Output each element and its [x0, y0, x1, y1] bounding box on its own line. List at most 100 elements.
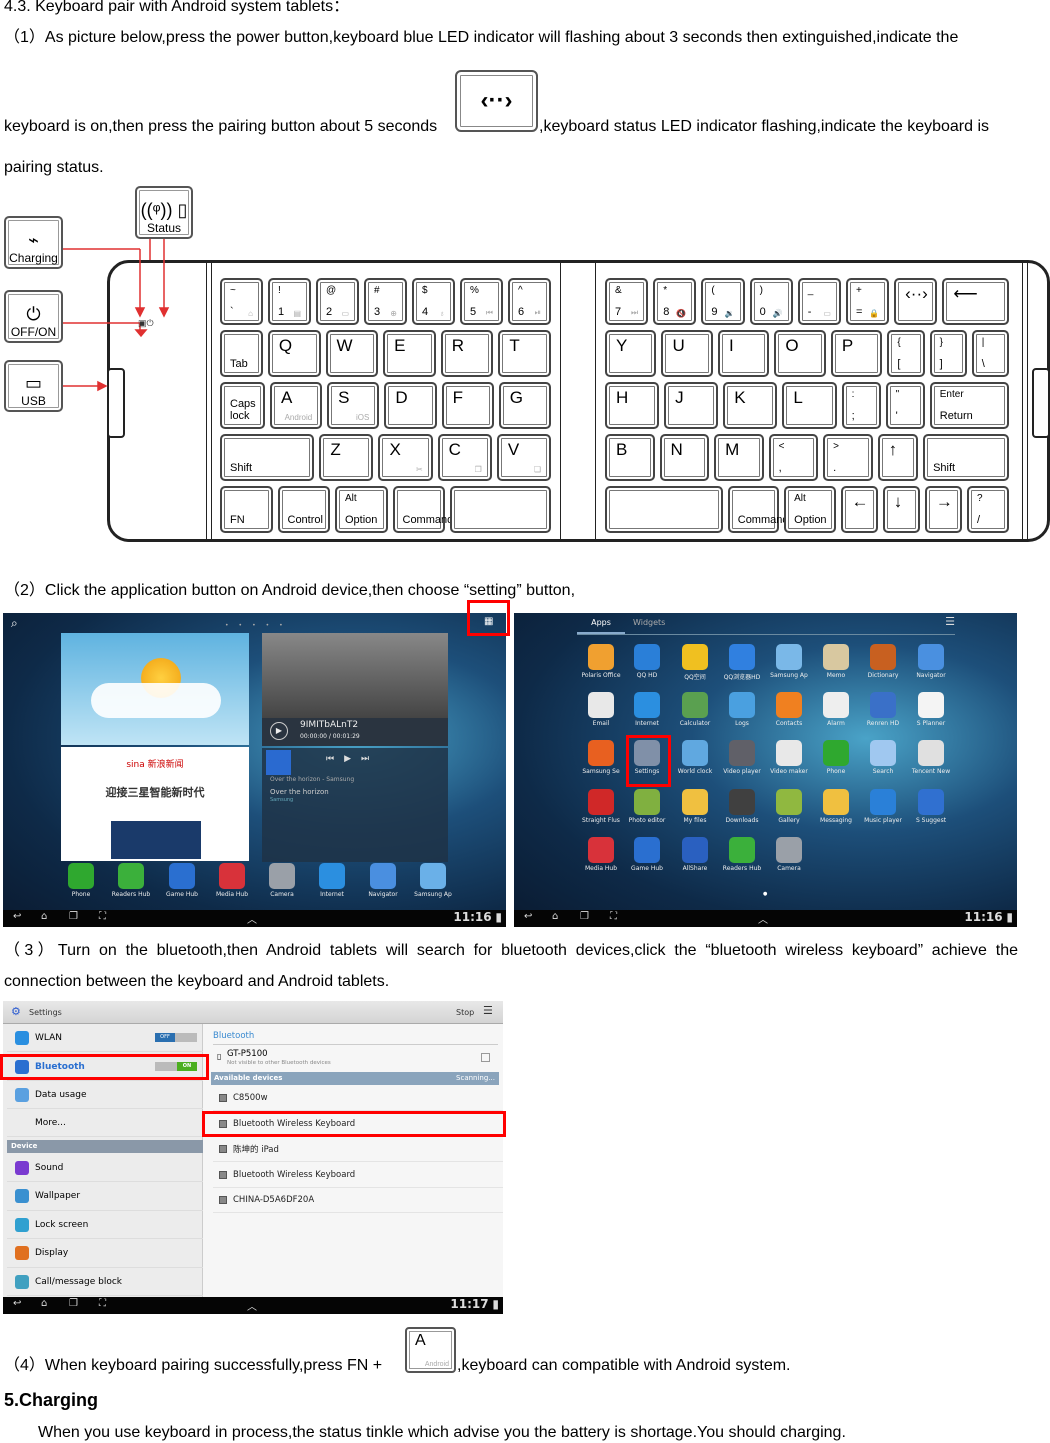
settings-item[interactable]: Call/message block	[7, 1268, 203, 1296]
key[interactable]: L	[782, 382, 837, 429]
back-icon[interactable]: ↩	[13, 911, 21, 922]
dock-app[interactable]: Internet	[308, 863, 356, 898]
key[interactable]: Z	[319, 434, 374, 481]
app-launcher-item[interactable]: Readers Hub	[718, 837, 766, 872]
key[interactable]: F	[441, 382, 494, 429]
app-launcher-item[interactable]: Renren HD	[859, 692, 907, 727]
dock-app[interactable]: Samsung Ap	[409, 863, 457, 898]
key[interactable]: }]	[929, 330, 967, 377]
app-launcher-item[interactable]: QQ浏览器HD	[718, 644, 766, 681]
key[interactable]: G	[498, 382, 551, 429]
key[interactable]: Alt Option	[335, 486, 388, 533]
key[interactable]: P	[830, 330, 883, 377]
key[interactable]: I	[717, 330, 770, 377]
home-icon[interactable]: ⌂	[41, 1298, 47, 1309]
settings-item[interactable]: WLAN OFF	[7, 1024, 203, 1052]
key[interactable]: Tab	[220, 330, 263, 377]
back-icon[interactable]: ↩	[13, 1298, 21, 1309]
app-launcher-item[interactable]: QQ HD	[623, 644, 671, 679]
chevron-up-icon[interactable]: ︿	[247, 1298, 257, 1313]
app-launcher-item[interactable]: Downloads	[718, 789, 766, 824]
app-launcher-item[interactable]: World clock	[671, 740, 719, 775]
app-launcher-item[interactable]: Search	[859, 740, 907, 775]
key[interactable]: ←	[840, 486, 878, 533]
key[interactable]: Command	[392, 486, 453, 533]
app-launcher-item[interactable]: Email	[577, 692, 625, 727]
key[interactable]: Y	[605, 330, 657, 377]
key[interactable]: Alt Option	[784, 486, 836, 533]
settings-item[interactable]: Display	[7, 1240, 203, 1268]
bluetooth-device[interactable]: CHINA-D5A6DF20A	[213, 1188, 503, 1213]
key[interactable]: Shift	[220, 434, 315, 481]
back-icon[interactable]: ↩	[524, 911, 532, 922]
settings-item[interactable]: More...	[7, 1109, 203, 1137]
app-launcher-item[interactable]: S Suggest	[907, 789, 955, 824]
key[interactable]: ~ ` ⌂	[220, 278, 263, 325]
key[interactable]: D	[384, 382, 437, 429]
key[interactable]	[605, 486, 723, 533]
video-thumbnail[interactable]	[262, 633, 448, 718]
tab-widgets[interactable]: Widgets	[633, 618, 665, 627]
recent-apps-icon[interactable]: ❐	[580, 911, 589, 922]
key[interactable]: @2 ▭	[316, 278, 359, 325]
key[interactable]: | \	[971, 330, 1009, 377]
app-launcher-item[interactable]: Video maker	[765, 740, 813, 775]
music-controls[interactable]: ⏮▶⏭	[326, 754, 379, 764]
key[interactable]: (9 🔉	[701, 278, 745, 325]
app-launcher-item[interactable]: Polaris Office	[577, 644, 625, 679]
key[interactable]: M	[714, 434, 764, 481]
key[interactable]: E	[383, 330, 436, 377]
key[interactable]: N	[659, 434, 710, 481]
chevron-up-icon[interactable]: ︿	[758, 911, 768, 926]
key[interactable]: K	[723, 382, 778, 429]
app-launcher-item[interactable]: Tencent New	[907, 740, 955, 775]
key[interactable]: ↓	[882, 486, 920, 533]
screenshot-icon[interactable]: ⛶	[610, 911, 617, 922]
key[interactable]: O	[774, 330, 826, 377]
recent-apps-icon[interactable]: ❐	[69, 911, 78, 922]
key[interactable]: " '	[885, 382, 925, 429]
key[interactable]: SiOS	[327, 382, 380, 429]
key[interactable]: Caps lock	[220, 382, 265, 429]
stop-button[interactable]: Stop	[456, 1008, 474, 1017]
settings-item[interactable]: Wallpaper	[7, 1183, 203, 1211]
app-launcher-item[interactable]: Calculator	[671, 692, 719, 727]
key[interactable]: ) 0 🔊	[749, 278, 793, 325]
key[interactable]: H	[605, 382, 660, 429]
key[interactable]: →	[924, 486, 963, 533]
key[interactable]: ‹··›	[894, 278, 938, 325]
key[interactable]: <,	[768, 434, 819, 481]
app-launcher-item[interactable]: Samsung Se	[577, 740, 625, 775]
settings-item[interactable]: Lock screen	[7, 1211, 203, 1239]
recent-apps-icon[interactable]: ❐	[69, 1298, 78, 1309]
app-launcher-item[interactable]: Memo	[812, 644, 860, 679]
key[interactable]: J	[664, 382, 719, 429]
key[interactable]: Control	[277, 486, 330, 533]
key[interactable]: W	[325, 330, 379, 377]
key[interactable]: Q	[267, 330, 321, 377]
app-launcher-item[interactable]: Camera	[765, 837, 813, 872]
key[interactable]: ^ 6 ⏯	[508, 278, 551, 325]
key[interactable]: ⟵	[942, 278, 1010, 325]
key[interactable]: * 8 🔇	[653, 278, 697, 325]
dock-app[interactable]: Navigator	[359, 863, 407, 898]
news-widget[interactable]: sina 新浪新闻 迎接三星智能新时代	[61, 747, 249, 861]
key[interactable]: {[	[887, 330, 925, 377]
dock-app[interactable]: Phone	[57, 863, 105, 898]
tab-apps[interactable]: Apps	[577, 618, 625, 634]
app-launcher-item[interactable]: Messaging	[812, 789, 860, 824]
app-launcher-item[interactable]: My files	[671, 789, 719, 824]
app-launcher-item[interactable]: Logs	[718, 692, 766, 727]
dock-app[interactable]: Camera	[258, 863, 306, 898]
key[interactable]: A Android	[269, 382, 323, 429]
app-launcher-item[interactable]: Media Hub	[577, 837, 625, 872]
key[interactable]: >.	[823, 434, 873, 481]
app-launcher-item[interactable]: Gallery	[765, 789, 813, 824]
overflow-menu-icon[interactable]: ☰	[483, 1004, 493, 1017]
dock-app[interactable]: Readers Hub	[107, 863, 155, 898]
key[interactable]: ↑	[877, 434, 919, 481]
key[interactable]	[450, 486, 551, 533]
play-icon[interactable]: ▶	[270, 722, 288, 740]
app-launcher-item[interactable]: Dictionary	[859, 644, 907, 679]
home-icon[interactable]: ⌂	[41, 911, 47, 922]
